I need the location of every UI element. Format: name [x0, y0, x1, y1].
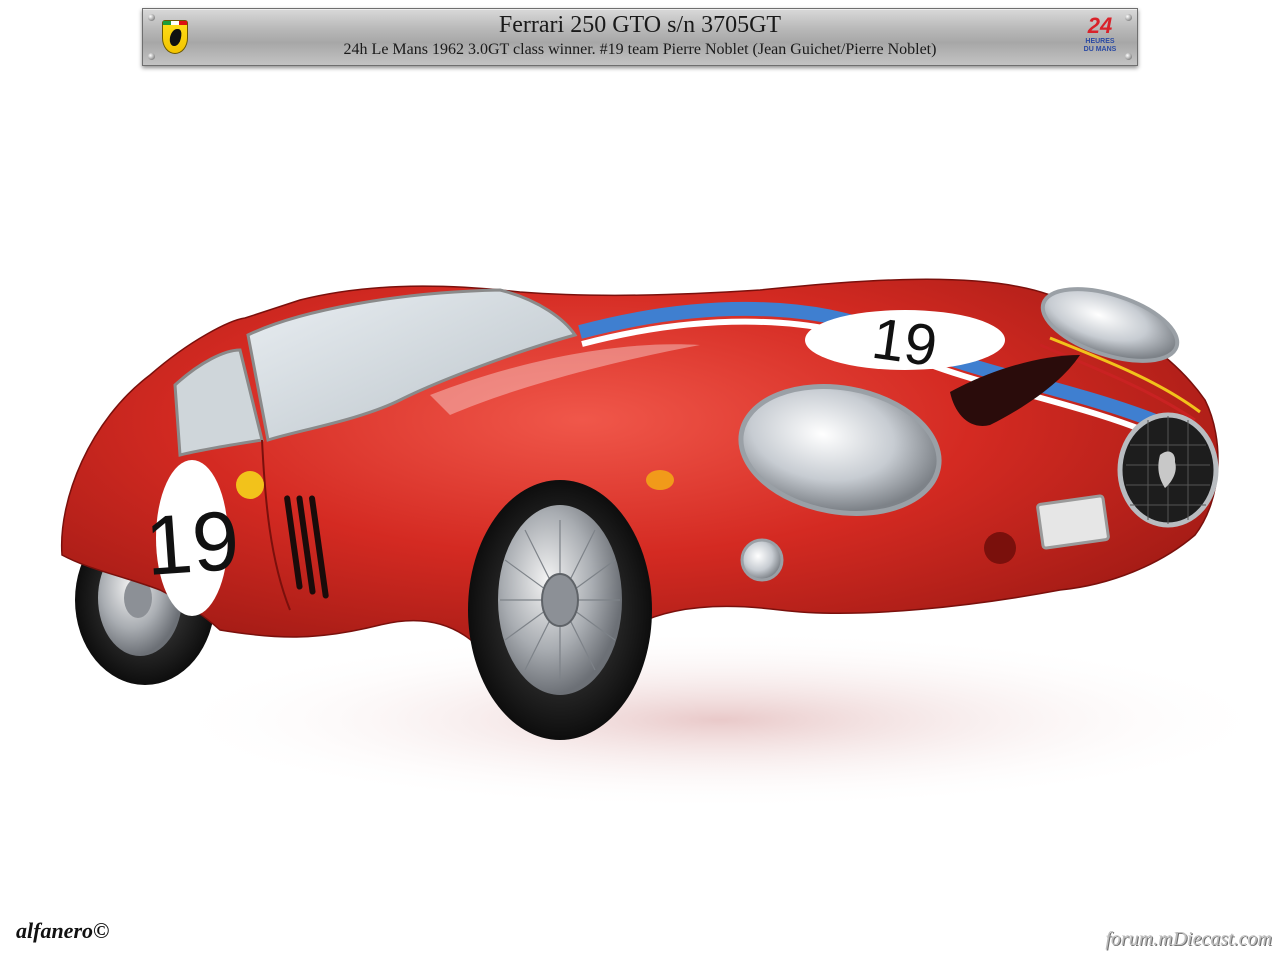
le-mans-logo-number: 24: [1087, 13, 1113, 38]
title-plate: Ferrari 250 GTO s/n 3705GT 24h Le Mans 1…: [142, 8, 1138, 66]
car-shadow: [160, 630, 1280, 810]
le-mans-logo-text-1: HEURES: [1085, 38, 1115, 45]
front-wheel-hub: [541, 573, 579, 627]
le-mans-24-icon: 24 HEURES DU MANS: [1079, 15, 1121, 59]
le-mans-logo-text-2: DU MANS: [1083, 46, 1117, 53]
photographer-signature: alfanero©: [16, 918, 110, 943]
front-plate: [1036, 494, 1110, 550]
front-indicator: [646, 470, 674, 490]
side-race-number: 19: [142, 493, 242, 593]
bonnet-race-number: 19: [868, 306, 941, 379]
air-intake: [984, 532, 1016, 564]
forum-watermark: forum.mDiecast.com: [1105, 928, 1272, 950]
page-subtitle: 24h Le Mans 1962 3.0GT class winner. #19…: [343, 41, 937, 58]
fog-lamp: [740, 538, 784, 582]
car-photo: 19 19: [60, 278, 1280, 810]
yellow-dot: [236, 471, 264, 499]
page-title: Ferrari 250 GTO s/n 3705GT: [498, 12, 782, 38]
